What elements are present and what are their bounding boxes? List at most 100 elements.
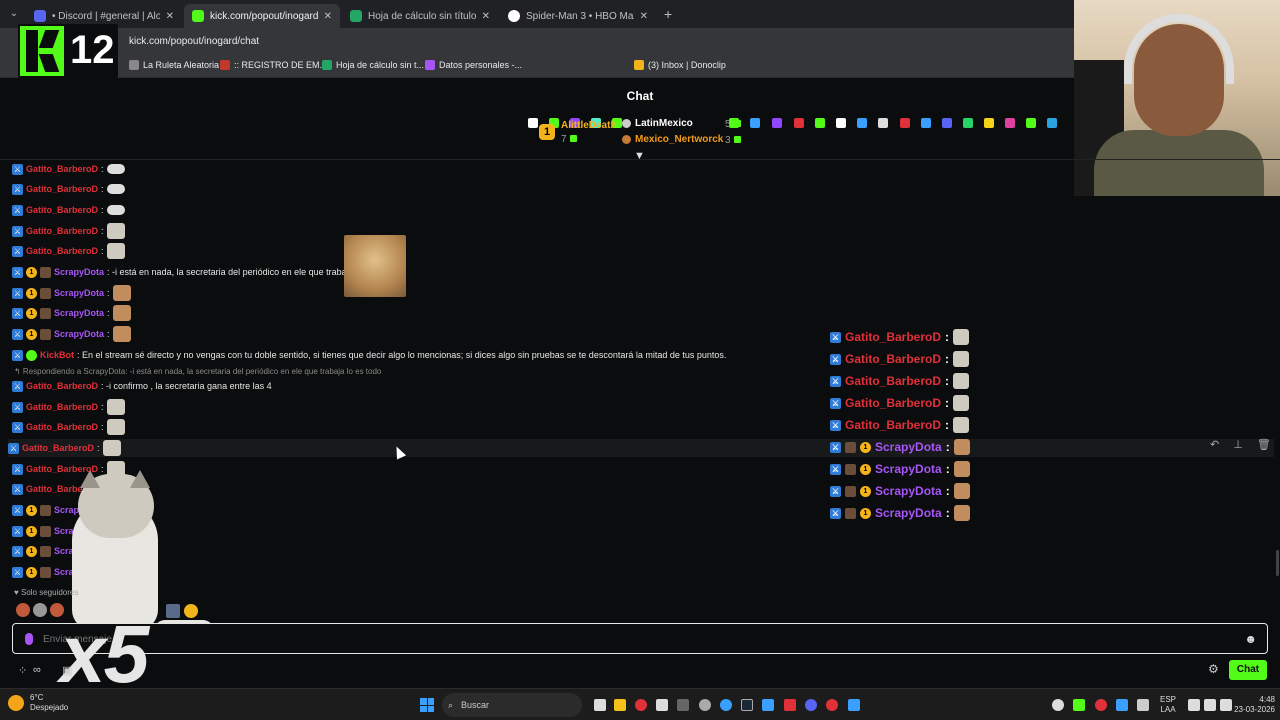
- network-icon[interactable]: [1188, 699, 1200, 711]
- url-field[interactable]: kick.com/popout/inogard/chat: [129, 36, 259, 47]
- donoclip-icon: [634, 60, 644, 70]
- send-chat-button[interactable]: Chat: [1229, 660, 1267, 680]
- chat-input-box[interactable]: ☻: [12, 623, 1268, 654]
- chat-message[interactable]: ⚔ 1 ScrapyDota: -i está en nada, la secret…: [12, 263, 395, 281]
- top-gifter-2[interactable]: LatinMexico: [622, 118, 693, 129]
- chat-message[interactable]: ⚔Gatito_BarberoD:: [12, 418, 125, 436]
- calculator-icon[interactable]: [656, 699, 668, 711]
- wings-emote-icon[interactable]: [184, 604, 198, 618]
- username[interactable]: Gatito_BarberoD: [26, 184, 98, 194]
- chat-message[interactable]: ⚔Gatito_BarberoD:: [8, 439, 1274, 457]
- username[interactable]: Gatito_BarberoD: [26, 422, 98, 432]
- close-icon[interactable]: ✕: [640, 11, 648, 22]
- weather-widget[interactable]: 6°C Despejado: [8, 693, 68, 713]
- separator: :: [107, 288, 110, 298]
- app-icon[interactable]: [784, 699, 796, 711]
- chat-message[interactable]: ⚔Gatito_BarberoD:: [12, 222, 125, 240]
- top-gifter-1[interactable]: 1: [539, 124, 555, 140]
- username[interactable]: Gatito_BarberoD: [845, 418, 941, 432]
- taskbar-search[interactable]: ⌕ Buscar: [442, 693, 582, 717]
- clock[interactable]: 4:48 23-03-2026: [1225, 695, 1275, 715]
- pin-icon[interactable]: ⊥: [1233, 438, 1243, 451]
- username[interactable]: KickBot: [40, 350, 74, 360]
- timer-icon[interactable]: ▣: [62, 664, 72, 677]
- username[interactable]: Gatito_BarberoD: [845, 374, 941, 388]
- username[interactable]: ScrapyDota: [875, 440, 942, 454]
- edge-icon[interactable]: [720, 699, 732, 711]
- close-icon[interactable]: ✕: [166, 11, 174, 22]
- mic-icon[interactable]: [25, 633, 33, 645]
- username[interactable]: ScrapyDota: [875, 484, 942, 498]
- file-explorer-icon[interactable]: [614, 699, 626, 711]
- chat-message[interactable]: ⚔Gatito_BarberoD:: [12, 242, 125, 260]
- chat-message[interactable]: ⚔Gatito_BarberoD:: [12, 180, 125, 198]
- chat-message[interactable]: ⚔Gatito_BarberoD:: [12, 160, 125, 178]
- emote-icon[interactable]: [33, 603, 47, 617]
- delete-icon[interactable]: 🗑: [1257, 438, 1271, 451]
- app-icon[interactable]: [699, 699, 711, 711]
- tab-search-icon[interactable]: ⌄: [6, 6, 22, 22]
- bookmark-ruleta[interactable]: La Ruleta Aleatoria: [129, 60, 219, 70]
- tab-hbo[interactable]: Spider-Man 3 • HBO Max ✕: [500, 4, 656, 28]
- chat-message[interactable]: ⚔Gatito_BarberoD:: [12, 398, 125, 416]
- chrome-icon[interactable]: [635, 699, 647, 711]
- mic-icon[interactable]: [1137, 699, 1149, 711]
- emote-icon[interactable]: [16, 603, 30, 617]
- username[interactable]: Gatito_BarberoD: [22, 443, 94, 453]
- bookmark-registro[interactable]: :: REGISTRO DE EM...: [220, 60, 327, 70]
- settings-dots-icon[interactable]: ⁘: [18, 664, 27, 677]
- infinity-icon[interactable]: ∞: [33, 664, 41, 676]
- chat-message[interactable]: ⚔ Gatito_BarberoD: -i confirmo , la secre…: [12, 377, 272, 395]
- nvidia-icon[interactable]: [1073, 699, 1085, 711]
- tray-icon[interactable]: [1095, 699, 1107, 711]
- app-icon[interactable]: [762, 699, 774, 711]
- username[interactable]: ScrapyDota: [875, 506, 942, 520]
- close-icon[interactable]: ✕: [482, 11, 490, 22]
- steam-icon[interactable]: [741, 699, 753, 711]
- app-icon[interactable]: [677, 699, 689, 711]
- bookmark-sheets[interactable]: Hoja de cálculo sin t...: [322, 60, 424, 70]
- tray-icon[interactable]: [1052, 699, 1064, 711]
- close-icon[interactable]: ✕: [324, 11, 332, 22]
- language-indicator[interactable]: ESP LAA: [1160, 695, 1176, 715]
- username[interactable]: ScrapyDota: [54, 267, 104, 277]
- chat-message[interactable]: ⚔1 ScrapyDota:: [12, 284, 131, 302]
- scrollbar[interactable]: [1276, 550, 1279, 576]
- username[interactable]: ScrapyDota: [54, 288, 104, 298]
- username[interactable]: ScrapyDota: [54, 308, 104, 318]
- username[interactable]: Gatito_BarberoD: [26, 381, 98, 391]
- app-icon[interactable]: [848, 699, 860, 711]
- username[interactable]: ScrapyDota: [54, 329, 104, 339]
- chat-message[interactable]: ⚔1 ScrapyDota:: [12, 304, 131, 322]
- volume-icon[interactable]: [1204, 699, 1216, 711]
- username[interactable]: Gatito_BarberoD: [26, 402, 98, 412]
- bookmark-datos[interactable]: Datos personales -...: [425, 60, 522, 70]
- steam-tray-icon[interactable]: [1116, 699, 1128, 711]
- reply-icon[interactable]: ↶: [1210, 438, 1219, 451]
- username[interactable]: ScrapyDota: [875, 462, 942, 476]
- app-icon[interactable]: [826, 699, 838, 711]
- chat-message[interactable]: ⚔1 ScrapyDota:: [12, 325, 131, 343]
- bookmark-donoclip[interactable]: (3) Inbox | Donoclip: [634, 60, 726, 70]
- emoji-icon[interactable]: ☻: [1244, 632, 1257, 646]
- username[interactable]: Gatito_BarberoD: [845, 330, 941, 344]
- new-tab-button[interactable]: +: [664, 6, 672, 22]
- task-view-icon[interactable]: [594, 699, 606, 711]
- tab-sheets[interactable]: Hoja de cálculo sin título - Hoja ✕: [342, 4, 498, 28]
- tab-kick-chat[interactable]: kick.com/popout/inogard/chat ✕: [184, 4, 340, 28]
- username[interactable]: Gatito_BarberoD: [845, 396, 941, 410]
- top-gifter-3[interactable]: Mexico_Nertworck: [622, 134, 723, 145]
- username[interactable]: Gatito_BarberoD: [26, 246, 98, 256]
- chat-settings-gear-icon[interactable]: ⚙: [1208, 662, 1219, 676]
- username[interactable]: Gatito_BarberoD: [26, 205, 98, 215]
- emote-icon[interactable]: [166, 604, 180, 618]
- windows-start-icon[interactable]: [420, 698, 434, 712]
- message-text: : -i confirmo , la secretaria gana entre…: [101, 381, 272, 391]
- chat-message[interactable]: ⚔ KickBot: En el stream sé directo y no v…: [12, 346, 726, 364]
- discord-icon[interactable]: [805, 699, 817, 711]
- username[interactable]: Gatito_BarberoD: [26, 226, 98, 236]
- username[interactable]: Gatito_BarberoD: [26, 164, 98, 174]
- message-input[interactable]: [43, 631, 1223, 647]
- chat-message[interactable]: ⚔Gatito_BarberoD:: [12, 201, 125, 219]
- username[interactable]: Gatito_BarberoD: [845, 352, 941, 366]
